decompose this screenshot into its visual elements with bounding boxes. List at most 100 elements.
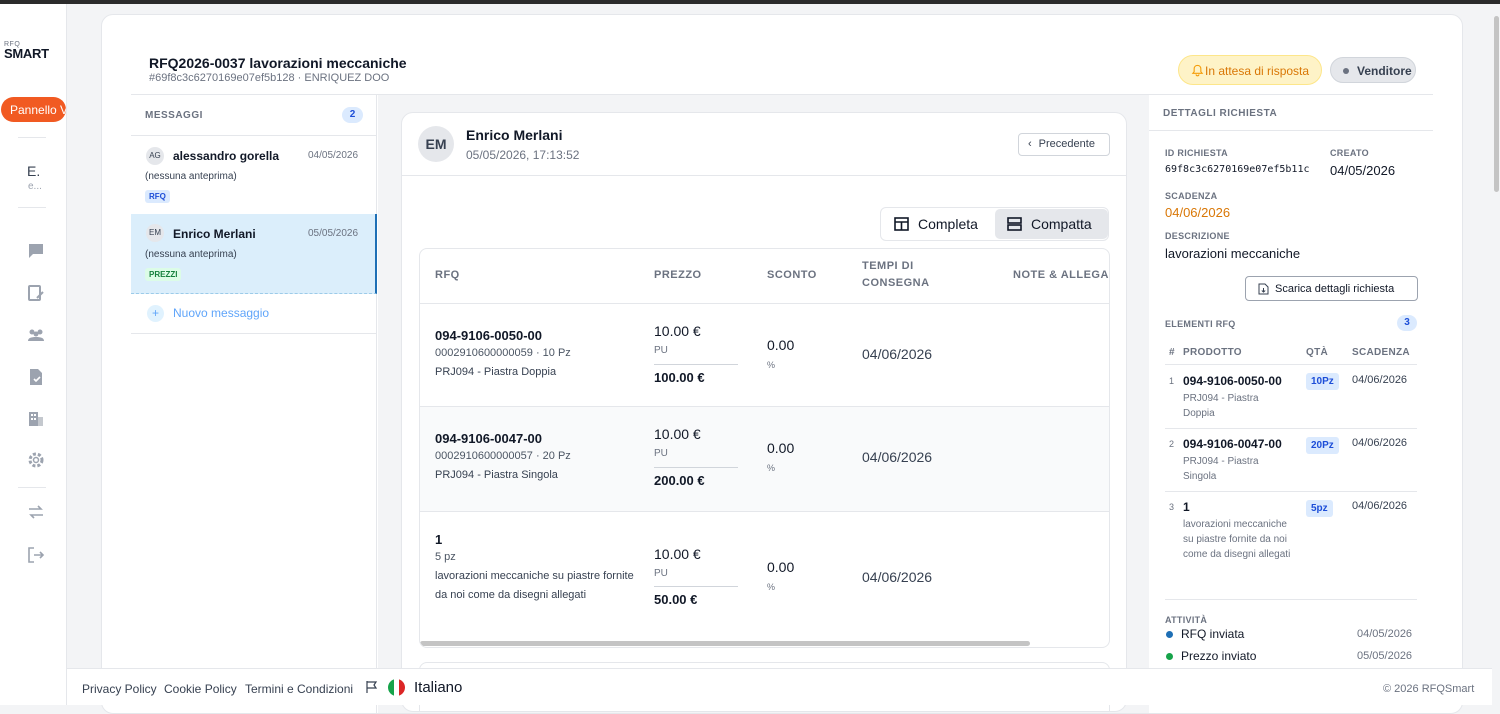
activity-text: RFQ inviata	[1181, 627, 1245, 641]
item-discount: 0.00	[767, 337, 795, 353]
activity-date: 05/05/2026	[1357, 650, 1413, 662]
item-discount-unit: %	[767, 463, 776, 473]
language-selector[interactable]: Italiano	[414, 679, 462, 696]
document-check-icon[interactable]	[26, 367, 46, 387]
message-item-selected[interactable]: EM Enrico Merlani 05/05/2026 (nessuna an…	[131, 214, 377, 294]
new-message-button[interactable]: + Nuovo messaggio	[147, 305, 269, 322]
table-divider	[420, 511, 1109, 512]
status-text: In attesa di risposta	[1205, 64, 1310, 78]
item-desc: lavorazioni meccaniche su piastre fornit…	[1183, 519, 1291, 560]
window-top-bar	[0, 0, 1500, 4]
messages-panel: MESSAGGI 2 AG alessandro gorella 04/05/2…	[131, 95, 377, 713]
item-deadline: 04/06/2026	[1352, 500, 1408, 512]
items-count: 3	[1397, 315, 1417, 331]
request-id-label: ID RICHIESTA	[1165, 148, 1228, 158]
logout-icon[interactable]	[26, 545, 46, 565]
page-subtitle: #69f8c3c6270169e07ef5b128 · ENRIQUEZ DOO	[149, 72, 390, 84]
view-compact-label: Compatta	[1031, 216, 1092, 232]
activity-dot	[1166, 653, 1173, 660]
item-sub: 0002910600000059 · 10 Pz	[435, 347, 571, 359]
message-tag: PREZZI	[145, 268, 182, 281]
column-header-note: NOTE & ALLEGA	[1013, 269, 1109, 281]
items-divider	[1165, 364, 1417, 365]
item-number: 2	[1169, 439, 1175, 449]
description-label: DESCRIZIONE	[1165, 231, 1230, 241]
request-id-value: 69f8c3c6270169e07ef5b11c	[1165, 164, 1310, 175]
item-discount: 0.00	[767, 440, 795, 456]
terms-link[interactable]: Termini e Condizioni	[245, 682, 353, 696]
item-qty: 10Pz	[1306, 373, 1339, 390]
privacy-policy-link[interactable]: Privacy Policy	[82, 682, 157, 696]
table-divider	[420, 303, 1109, 304]
item-price: 10.00 €	[654, 426, 701, 442]
rfq-edit-icon[interactable]	[26, 283, 46, 303]
price-divider	[654, 467, 738, 468]
item-code: 094-9106-0050-00	[1183, 374, 1282, 388]
users-icon[interactable]	[26, 325, 46, 345]
activity-date: 04/05/2026	[1357, 628, 1413, 640]
item-discount-unit: %	[767, 582, 776, 592]
italy-flag-icon[interactable]	[388, 679, 405, 696]
view-compact-button[interactable]: Compatta	[995, 209, 1108, 239]
request-details-heading: DETTAGLI RICHIESTA	[1163, 108, 1278, 119]
sidebar: RFQ SMART Pannello V E. e...	[0, 4, 67, 705]
table-horizontal-scrollbar[interactable]	[420, 641, 1030, 646]
sidebar-user-sub: e...	[28, 181, 42, 192]
item-deadline: 04/06/2026	[1352, 374, 1408, 386]
view-full-label: Completa	[918, 216, 978, 232]
request-details-divider	[1149, 130, 1433, 131]
page-scrollbar[interactable]	[1492, 4, 1500, 705]
document-download-icon	[1258, 283, 1269, 295]
footer: Privacy Policy Cookie Policy Termini e C…	[67, 668, 1500, 705]
column-header-rfq: RFQ	[435, 269, 460, 281]
avatar: EM	[418, 126, 454, 162]
item-qty: 20Pz	[1306, 437, 1339, 454]
message-date: 05/05/2026	[308, 228, 359, 239]
item-unit: PU	[654, 448, 668, 459]
activity-label: ATTIVITÀ	[1165, 615, 1208, 625]
items-label: ELEMENTI RFQ	[1165, 319, 1236, 329]
new-message-label: Nuovo messaggio	[173, 306, 270, 320]
message-item[interactable]: AG alessandro gorella 04/05/2026 (nessun…	[131, 136, 377, 214]
flag-icon	[366, 681, 378, 693]
messages-count: 2	[342, 107, 363, 123]
item-number: 1	[1169, 376, 1175, 386]
item-total: 100.00 €	[654, 370, 705, 385]
item-discount-unit: %	[767, 360, 776, 370]
message-tag: RFQ	[145, 190, 170, 203]
item-unit: PU	[654, 345, 668, 356]
previous-button[interactable]: ‹ Precedente	[1018, 133, 1110, 156]
message-preview: (nessuna anteprima)	[145, 171, 237, 182]
table-row: 094-9106-0047-00 0002910600000057 · 20 P…	[420, 407, 1109, 511]
avatar: EM	[146, 224, 164, 242]
copyright: © 2026 RFQSmart	[1383, 683, 1475, 695]
item-desc: PRJ094 - Piastra Doppia	[1183, 393, 1259, 419]
messages-divider	[131, 333, 377, 334]
building-icon[interactable]	[26, 409, 46, 429]
messages-icon[interactable]	[26, 241, 46, 261]
logo-big-text: SMART	[4, 46, 49, 61]
gear-icon[interactable]	[26, 450, 46, 470]
item-code: 1	[435, 532, 443, 547]
detail-timestamp: 05/05/2026, 17:13:52	[466, 148, 580, 162]
sidebar-user-initial[interactable]: E.	[27, 163, 40, 179]
item-desc: lavorazioni meccaniche su piastre fornit…	[435, 570, 634, 601]
created-value: 04/05/2026	[1330, 163, 1396, 178]
scrollbar-thumb[interactable]	[1494, 16, 1499, 192]
app-logo[interactable]: RFQ SMART	[4, 41, 64, 60]
message-date: 04/05/2026	[308, 150, 359, 161]
previous-label: Precedente	[1038, 138, 1095, 150]
detail-divider	[402, 175, 1126, 176]
bell-icon	[1191, 64, 1204, 77]
cookie-policy-link[interactable]: Cookie Policy	[164, 682, 237, 696]
item-delivery-date: 04/06/2026	[862, 346, 933, 362]
view-full-button[interactable]: Completa	[882, 209, 994, 239]
status-badge: In attesa di risposta	[1178, 55, 1322, 85]
items-column-qty: QTÀ	[1306, 347, 1329, 358]
nav-pannello[interactable]: Pannello V	[1, 97, 66, 122]
download-details-button[interactable]: Scarica dettagli richiesta	[1245, 276, 1418, 301]
swap-icon[interactable]	[26, 502, 46, 522]
message-sender: alessandro gorella	[173, 149, 280, 163]
activity-dot	[1166, 631, 1173, 638]
table-icon	[894, 217, 909, 231]
